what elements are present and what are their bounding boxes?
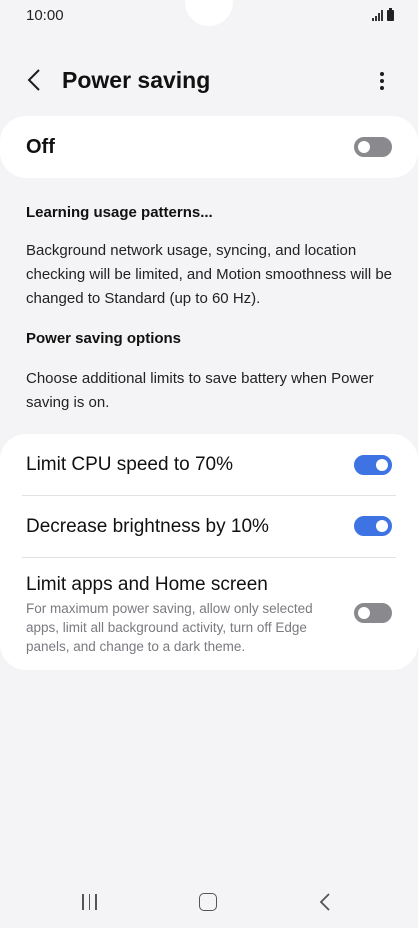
more-options-button[interactable] [368, 68, 396, 96]
option-limit-apps[interactable]: Limit apps and Home screen For maximum p… [0, 558, 418, 670]
app-header: Power saving [0, 56, 418, 106]
option-title: Decrease brightness by 10% [26, 516, 269, 537]
status-icons [372, 8, 394, 21]
status-time: 10:00 [26, 7, 64, 24]
learning-heading: Learning usage patterns... [26, 204, 213, 221]
option-title: Limit CPU speed to 70% [26, 454, 233, 475]
nav-home-icon[interactable] [199, 893, 217, 911]
option-limit-cpu[interactable]: Limit CPU speed to 70% [0, 434, 418, 495]
battery-icon [387, 8, 394, 21]
master-switch-label: Off [26, 136, 55, 158]
limit-cpu-toggle[interactable] [354, 455, 392, 475]
option-decrease-brightness[interactable]: Decrease brightness by 10% [0, 496, 418, 557]
options-card: Limit CPU speed to 70% Decrease brightne… [0, 434, 418, 670]
nav-back-icon[interactable] [315, 891, 335, 913]
system-nav-bar [0, 878, 418, 928]
page-title: Power saving [62, 67, 211, 93]
chevron-left-icon [27, 69, 40, 91]
back-button[interactable] [22, 66, 50, 94]
option-title: Limit apps and Home screen [26, 574, 268, 595]
camera-notch [185, 0, 233, 26]
option-description: For maximum power saving, allow only sel… [26, 601, 313, 654]
options-heading: Power saving options [26, 330, 182, 347]
decrease-brightness-toggle[interactable] [354, 516, 392, 536]
master-switch-card[interactable]: Off [0, 116, 418, 178]
limit-apps-toggle[interactable] [354, 603, 392, 623]
options-description: Choose additional limits to save battery… [26, 370, 374, 411]
status-bar: 10:00 [0, 0, 418, 34]
more-vertical-icon [380, 72, 384, 90]
nav-recents-icon[interactable] [82, 894, 97, 910]
master-toggle[interactable] [354, 137, 392, 157]
learning-description: Background network usage, syncing, and l… [26, 242, 393, 307]
signal-icon [372, 9, 383, 21]
